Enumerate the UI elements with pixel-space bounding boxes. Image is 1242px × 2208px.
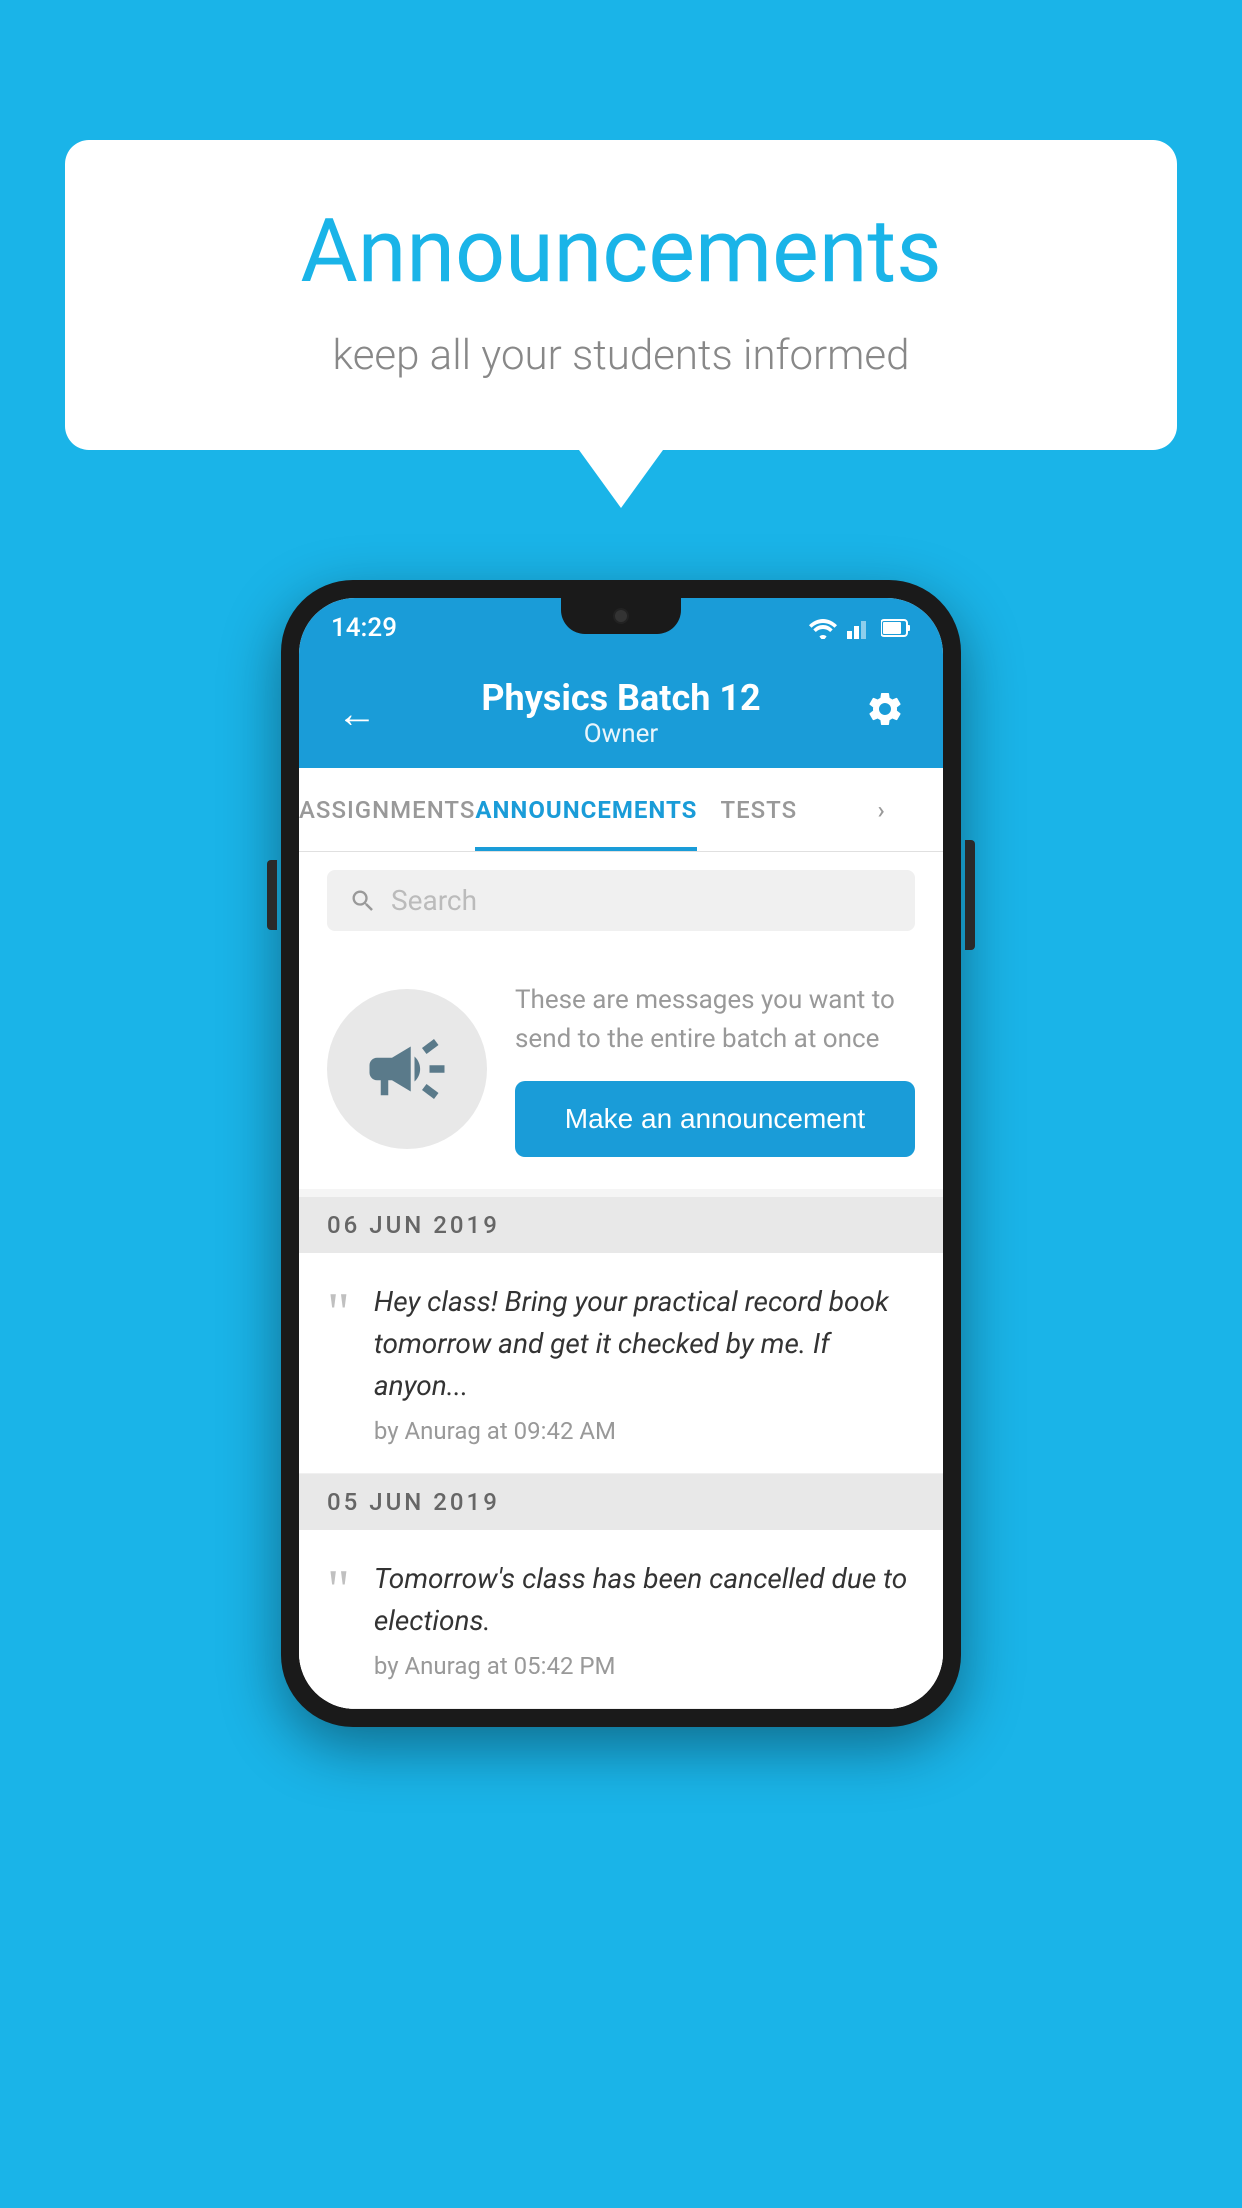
search-placeholder: Search <box>391 884 477 917</box>
announcement-text-1: Hey class! Bring your practical record b… <box>374 1281 915 1407</box>
speech-bubble-tail <box>579 450 663 508</box>
announcement-meta-2: by Anurag at 05:42 PM <box>374 1652 915 1680</box>
back-button[interactable]: ← <box>327 680 387 747</box>
app-bar-title-section: Physics Batch 12 Owner <box>387 677 855 749</box>
announcement-promo: These are messages you want to send to t… <box>299 949 943 1189</box>
content-area: Search These are messages you want to se… <box>299 852 943 1709</box>
tab-bar: ASSIGNMENTS ANNOUNCEMENTS TESTS › <box>299 768 943 852</box>
status-icons <box>809 617 911 639</box>
announcement-content-2: Tomorrow's class has been cancelled due … <box>374 1558 915 1680</box>
quote-icon-2: " <box>327 1562 350 1680</box>
tab-tests[interactable]: TESTS <box>697 768 820 851</box>
announcement-meta-1: by Anurag at 09:42 AM <box>374 1417 915 1445</box>
speech-bubble-section: Announcements keep all your students inf… <box>65 140 1177 508</box>
speech-bubble-subtitle: keep all your students informed <box>145 331 1097 380</box>
front-camera <box>613 608 629 624</box>
announcement-item-2[interactable]: " Tomorrow's class has been cancelled du… <box>299 1530 943 1709</box>
status-bar: 14:29 <box>299 598 943 658</box>
promo-description: These are messages you want to send to t… <box>515 981 915 1059</box>
make-announcement-button[interactable]: Make an announcement <box>515 1081 915 1157</box>
more-tab-label: › <box>878 796 886 824</box>
signal-icon <box>847 617 871 639</box>
tab-more[interactable]: › <box>820 768 943 851</box>
tab-assignments[interactable]: ASSIGNMENTS <box>299 768 475 851</box>
app-bar-subtitle: Owner <box>387 719 855 749</box>
app-bar: ← Physics Batch 12 Owner <box>299 658 943 768</box>
wifi-icon <box>809 617 837 639</box>
settings-button[interactable] <box>855 679 915 748</box>
search-icon <box>349 887 377 915</box>
date-separator-2: 05 JUN 2019 <box>299 1474 943 1530</box>
promo-icon-circle <box>327 989 487 1149</box>
phone-inner-screen: 14:29 <box>299 598 943 1709</box>
app-bar-title: Physics Batch 12 <box>387 677 855 719</box>
speech-bubble-title: Announcements <box>145 200 1097 303</box>
phone-mockup: 14:29 <box>281 580 961 1727</box>
gear-icon <box>865 689 905 729</box>
announcement-content-1: Hey class! Bring your practical record b… <box>374 1281 915 1445</box>
announcement-item-1[interactable]: " Hey class! Bring your practical record… <box>299 1253 943 1474</box>
tab-announcements[interactable]: ANNOUNCEMENTS <box>475 768 697 851</box>
battery-icon <box>881 617 911 639</box>
search-bar-container: Search <box>299 852 943 949</box>
megaphone-icon <box>362 1024 452 1114</box>
speech-bubble-card: Announcements keep all your students inf… <box>65 140 1177 450</box>
status-time: 14:29 <box>331 613 397 643</box>
phone-notch <box>561 598 681 634</box>
search-input-wrapper[interactable]: Search <box>327 870 915 931</box>
phone-outer-shell: 14:29 <box>281 580 961 1727</box>
date-separator-1: 06 JUN 2019 <box>299 1197 943 1253</box>
announcement-text-2: Tomorrow's class has been cancelled due … <box>374 1558 915 1642</box>
promo-right: These are messages you want to send to t… <box>515 981 915 1157</box>
quote-icon-1: " <box>327 1285 350 1445</box>
